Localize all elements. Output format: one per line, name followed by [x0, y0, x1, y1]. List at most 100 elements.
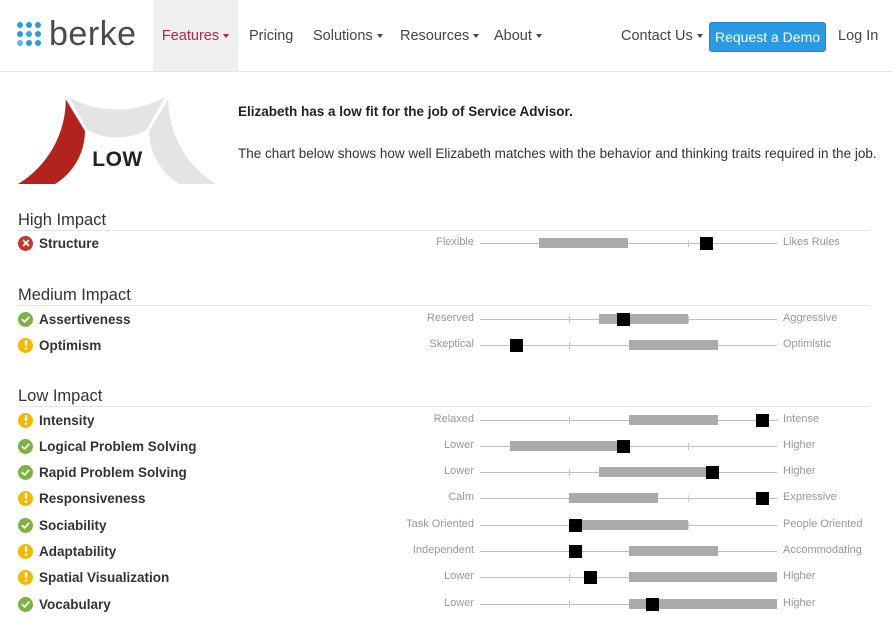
trait-row: Responsiveness — [18, 488, 146, 508]
ideal-range-bar — [628, 572, 777, 582]
trait-name: Optimism — [39, 337, 102, 353]
score-marker — [569, 519, 583, 532]
fit-level-label: LOW — [92, 148, 143, 171]
logo-dot — [35, 22, 41, 28]
trait-name: Logical Problem Solving — [39, 438, 197, 454]
trait-row: Assertiveness — [18, 309, 131, 329]
nav-solutions[interactable]: Solutions — [313, 0, 383, 71]
nav-login-label: Log In — [838, 27, 879, 44]
nav-resources[interactable]: Resources — [400, 0, 480, 71]
trait-row: Sociability — [18, 515, 107, 535]
scale-tick — [569, 417, 571, 424]
scale-tick — [569, 342, 571, 349]
exclamation-circle-icon — [18, 543, 33, 559]
fit-summary-title: Elizabeth has a low fit for the job of S… — [238, 104, 573, 119]
caret-down-icon — [223, 33, 230, 38]
nav-about-label: About — [494, 27, 532, 44]
check-circle-icon — [18, 517, 33, 533]
nav-contact-label: Contact Us — [621, 27, 693, 44]
scale-left-label: Calm — [448, 491, 474, 503]
scale-tick — [569, 316, 571, 323]
scale-right-label: Higher — [783, 465, 816, 477]
scale-right-label: Expressive — [783, 491, 837, 503]
brand-name: berke — [49, 14, 137, 53]
score-marker — [569, 545, 583, 558]
scale-tick — [569, 601, 571, 608]
exclamation-circle-icon — [18, 490, 33, 506]
scale-right-label: Higher — [783, 439, 816, 451]
scale-right-label: Intense — [783, 413, 820, 425]
logo-dots-icon — [17, 20, 45, 48]
scale-tick — [687, 240, 689, 247]
scale-line — [480, 243, 777, 244]
exclamation-circle-icon — [18, 569, 33, 585]
trait-row: Intensity — [18, 410, 95, 430]
nav-login[interactable]: Log In — [838, 0, 878, 71]
caret-down-icon — [696, 33, 703, 38]
nav-contact-us[interactable]: Contact Us — [621, 0, 703, 71]
logo-dot — [26, 22, 32, 28]
exclamation-circle-icon — [18, 412, 33, 428]
request-demo-button[interactable]: Request a Demo — [709, 22, 826, 52]
scale-right-label: People Oriented — [783, 518, 863, 530]
scale-left-label: Lower — [444, 570, 474, 582]
nav-about[interactable]: About — [494, 0, 542, 71]
scale-tick — [569, 469, 571, 476]
scale-left-label: Reserved — [426, 312, 474, 324]
trait-row: Spatial Visualization — [18, 567, 169, 587]
berke-logo[interactable]: berke — [17, 14, 137, 54]
caret-down-icon — [376, 33, 383, 38]
logo-dot — [26, 31, 32, 37]
scale-tick — [687, 495, 689, 502]
check-circle-icon — [18, 596, 33, 612]
ideal-range-bar — [509, 441, 629, 451]
section-title: Low Impact — [18, 387, 103, 405]
caret-down-icon — [535, 33, 542, 38]
nav-features[interactable]: Features — [153, 0, 238, 71]
ideal-range-bar — [628, 415, 718, 425]
nav-pricing[interactable]: Pricing — [249, 0, 293, 71]
nav-features-label: Features — [161, 27, 220, 44]
trait-row: Rapid Problem Solving — [18, 462, 187, 482]
trait-name: Assertiveness — [39, 311, 131, 327]
score-marker — [646, 598, 660, 611]
check-circle-icon — [18, 311, 33, 327]
logo-dot — [35, 40, 41, 46]
nav-resources-label: Resources — [400, 27, 470, 44]
scale-right-label: Higher — [783, 570, 816, 582]
score-marker — [509, 339, 523, 352]
scale-tick — [687, 522, 689, 529]
scale-left-label: Lower — [444, 465, 474, 477]
scale-left-label: Lower — [444, 439, 474, 451]
ideal-range-bar — [598, 467, 718, 477]
scale-right-label: Optimistic — [783, 338, 832, 350]
trait-name: Sociability — [39, 517, 107, 533]
section-title: Medium Impact — [18, 286, 131, 304]
scale-right-label: Likes Rules — [783, 236, 840, 248]
logo-dot — [26, 40, 32, 46]
scale-tick — [687, 443, 689, 450]
scale-left-label: Lower — [444, 597, 474, 609]
trait-row: Adaptability — [18, 541, 116, 561]
score-marker — [705, 466, 719, 479]
logo-dot — [17, 31, 23, 37]
trait-name: Responsiveness — [39, 490, 146, 506]
logo-dot — [17, 22, 23, 28]
logo-dot — [35, 31, 41, 37]
section-title: High Impact — [18, 211, 107, 229]
trait-name: Intensity — [39, 412, 95, 428]
ideal-range-bar — [539, 238, 629, 248]
nav-pricing-label: Pricing — [249, 27, 294, 44]
trait-row: Vocabulary — [18, 594, 111, 614]
section-divider — [18, 406, 871, 407]
scale-right-label: Higher — [783, 597, 816, 609]
nav-solutions-label: Solutions — [313, 27, 373, 44]
trait-name: Vocabulary — [39, 596, 111, 612]
section-divider — [18, 230, 871, 231]
scale-left-label: Task Oriented — [406, 518, 474, 530]
trait-row: Structure — [18, 233, 99, 253]
score-marker — [583, 571, 597, 584]
check-circle-icon — [18, 464, 33, 480]
scale-tick — [569, 574, 571, 581]
scale-right-label: Aggressive — [783, 312, 838, 324]
